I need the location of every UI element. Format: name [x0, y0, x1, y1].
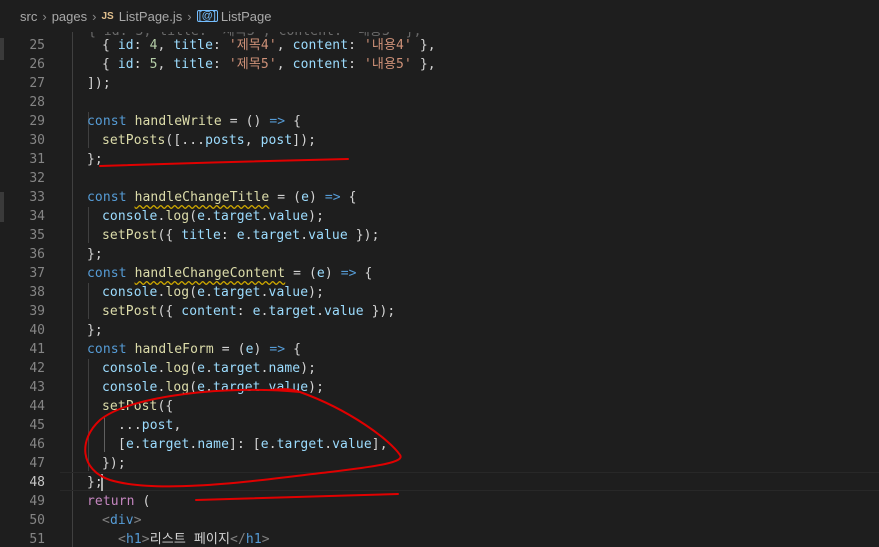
line-code: ...post,: [118, 418, 182, 433]
code-editor[interactable]: { id: 3, title: '제목3', content: '내용3' },…: [0, 32, 879, 547]
editor-line: 25 { id: 4, title: '제목4', content: '내용4'…: [0, 36, 879, 55]
editor-line: 44 setPost({: [0, 397, 879, 416]
line-number: 45: [29, 418, 45, 433]
breadcrumb-file[interactable]: ListPage.js: [119, 9, 183, 24]
line-code: { id: 4, title: '제목4', content: '내용4' },: [102, 38, 436, 53]
editor-line: 29 const handleWrite = () => {: [0, 112, 879, 131]
line-number: 39: [29, 304, 45, 319]
line-number: 31: [29, 152, 45, 167]
editor-line: 50 <div>: [0, 511, 879, 530]
line-number: 29: [29, 114, 45, 129]
line-code: const handleForm = (e) => {: [87, 342, 302, 357]
editor-line: 38 console.log(e.target.value);: [0, 283, 879, 302]
line-number: 35: [29, 228, 45, 243]
javascript-file-icon: JS: [101, 10, 114, 22]
line-code: <h1>리스트 페이지</h1>: [118, 532, 270, 547]
editor-line: 49 return (: [0, 492, 879, 511]
line-number: 49: [29, 494, 45, 509]
line-code: console.log(e.target.value);: [102, 209, 325, 224]
line-number: 44: [29, 399, 45, 414]
line-number: 47: [29, 456, 45, 471]
line-code: console.log(e.target.value);: [102, 285, 325, 300]
line-number: 27: [29, 76, 45, 91]
line-number: 37: [29, 266, 45, 281]
breadcrumb-pages[interactable]: pages: [52, 9, 87, 24]
text-cursor: [101, 474, 103, 491]
line-code: return (: [87, 494, 151, 509]
chevron-right-icon: ›: [42, 8, 47, 24]
line-number: 25: [29, 38, 45, 53]
line-code: const handleChangeContent = (e) => {: [87, 266, 373, 281]
editor-line: 37 const handleChangeContent = (e) => {: [0, 264, 879, 283]
line-code: setPosts([...posts, post]);: [102, 133, 317, 148]
editor-line: 41 const handleForm = (e) => {: [0, 340, 879, 359]
line-number: 46: [29, 437, 45, 452]
editor-line-active: 48 };: [0, 473, 879, 492]
line-number: 40: [29, 323, 45, 338]
line-number: 43: [29, 380, 45, 395]
editor-line: 43 console.log(e.target.value);: [0, 378, 879, 397]
line-number-active: 48: [29, 475, 45, 490]
editor-line: 27 ]);: [0, 74, 879, 93]
editor-line: 39 setPost({ content: e.target.value });: [0, 302, 879, 321]
editor-line: 30 setPosts([...posts, post]);: [0, 131, 879, 150]
line-number: 26: [29, 57, 45, 72]
line-code: setPost({ content: e.target.value });: [102, 304, 396, 319]
line-code: const handleChangeTitle = (e) => {: [87, 190, 357, 205]
line-code: <div>: [102, 513, 142, 528]
editor-line: 36 };: [0, 245, 879, 264]
line-number: 38: [29, 285, 45, 300]
line-code: setPost({ title: e.target.value });: [102, 228, 380, 243]
line-code: };: [87, 152, 103, 167]
line-code: { id: 5, title: '제목5', content: '내용5' },: [102, 57, 436, 72]
line-number: 51: [29, 532, 45, 547]
line-code: console.log(e.target.value);: [102, 380, 325, 395]
line-number: 36: [29, 247, 45, 262]
breadcrumb-symbol[interactable]: ListPage: [221, 9, 272, 24]
line-code: const handleWrite = () => {: [87, 114, 302, 129]
editor-line: 26 { id: 5, title: '제목5', content: '내용5'…: [0, 55, 879, 74]
editor-line: 40 };: [0, 321, 879, 340]
line-number: 28: [29, 95, 45, 110]
line-code: [e.target.name]: [e.target.value],: [118, 437, 388, 452]
breadcrumb: src › pages › JS ListPage.js › [@] ListP…: [0, 0, 879, 32]
line-code: };: [87, 323, 103, 338]
symbol-variable-icon: [@]: [196, 10, 218, 22]
chevron-right-icon: ›: [92, 8, 97, 24]
editor-line: 51 <h1>리스트 페이지</h1>: [0, 530, 879, 547]
line-number: 33: [29, 190, 45, 205]
breadcrumb-src[interactable]: src: [20, 9, 37, 24]
line-number: 32: [29, 171, 45, 186]
editor-line: 31 };: [0, 150, 879, 169]
editor-line: 42 console.log(e.target.name);: [0, 359, 879, 378]
line-number: 41: [29, 342, 45, 357]
line-number: 50: [29, 513, 45, 528]
editor-line: 32: [0, 169, 879, 188]
line-code: };: [87, 247, 103, 262]
line-code: console.log(e.target.name);: [102, 361, 317, 376]
editor-line: 35 setPost({ title: e.target.value });: [0, 226, 879, 245]
line-number: 42: [29, 361, 45, 376]
line-number: 34: [29, 209, 45, 224]
editor-line: 46 [e.target.name]: [e.target.value],: [0, 435, 879, 454]
line-code: setPost({: [102, 399, 174, 414]
line-number: 30: [29, 133, 45, 148]
line-code: ]);: [87, 76, 111, 91]
editor-line: 34 console.log(e.target.value);: [0, 207, 879, 226]
editor-line: 45 ...post,: [0, 416, 879, 435]
line-code: });: [102, 456, 126, 471]
editor-line: 33 const handleChangeTitle = (e) => {: [0, 188, 879, 207]
editor-line: 28: [0, 93, 879, 112]
editor-line: 47 });: [0, 454, 879, 473]
chevron-right-icon: ›: [187, 8, 192, 24]
